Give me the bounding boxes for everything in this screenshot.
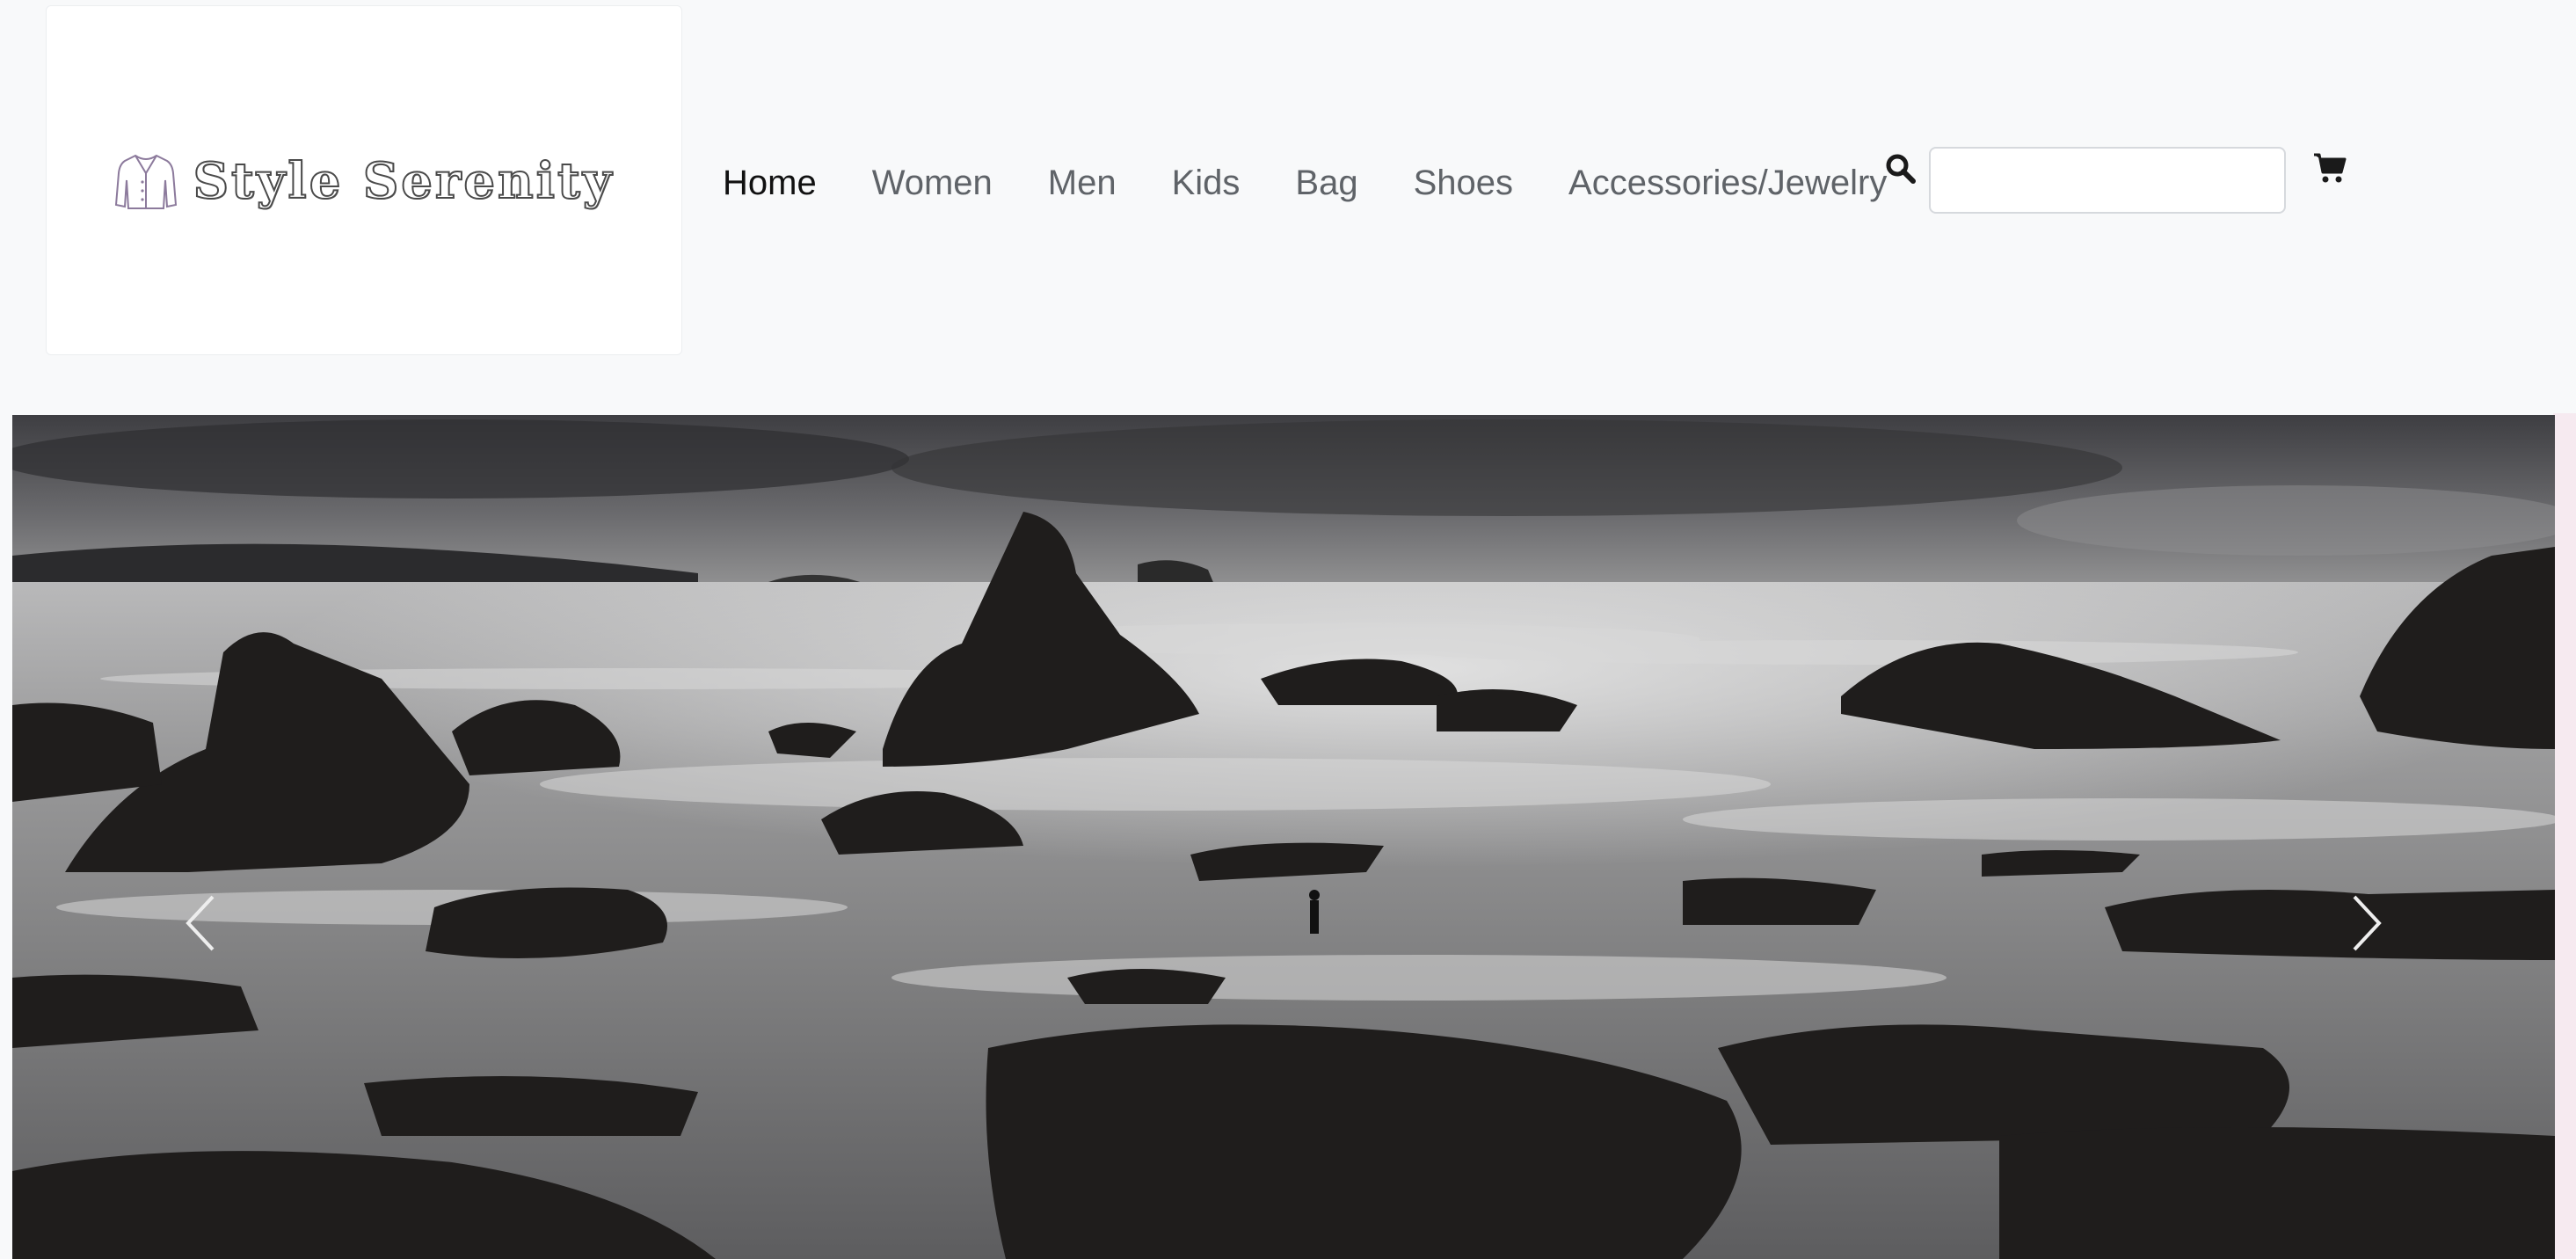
hero-carousel (12, 415, 2555, 1259)
nav-item-kids[interactable]: Kids (1172, 164, 1241, 203)
chevron-left-icon[interactable] (176, 888, 229, 958)
cart-icon[interactable] (2312, 151, 2347, 185)
nav-item-accessories-jewelry[interactable]: Accessories/Jewelry (1568, 164, 1887, 203)
nav-item-women[interactable]: Women (872, 164, 993, 203)
search-icon[interactable] (1885, 153, 1917, 185)
brand-name: Style Serenity (193, 151, 615, 211)
nav-item-men[interactable]: Men (1048, 164, 1117, 203)
main-nav: Home Women Men Kids Bag Shoes Accessorie… (723, 156, 1887, 209)
nav-item-bag[interactable]: Bag (1295, 164, 1357, 203)
nav-item-home[interactable]: Home (723, 164, 817, 203)
brand-logo-link[interactable]: Style Serenity (46, 5, 682, 355)
jacket-icon (114, 150, 178, 212)
hero-image (12, 415, 2555, 1259)
page-edge (2553, 413, 2576, 1259)
navbar: Style Serenity Home Women Men Kids Bag S… (0, 0, 2576, 413)
nav-item-shoes[interactable]: Shoes (1414, 164, 1513, 203)
brand-logo: Style Serenity (114, 150, 615, 212)
chevron-right-icon[interactable] (2339, 888, 2391, 958)
search-input[interactable] (1929, 147, 2286, 214)
